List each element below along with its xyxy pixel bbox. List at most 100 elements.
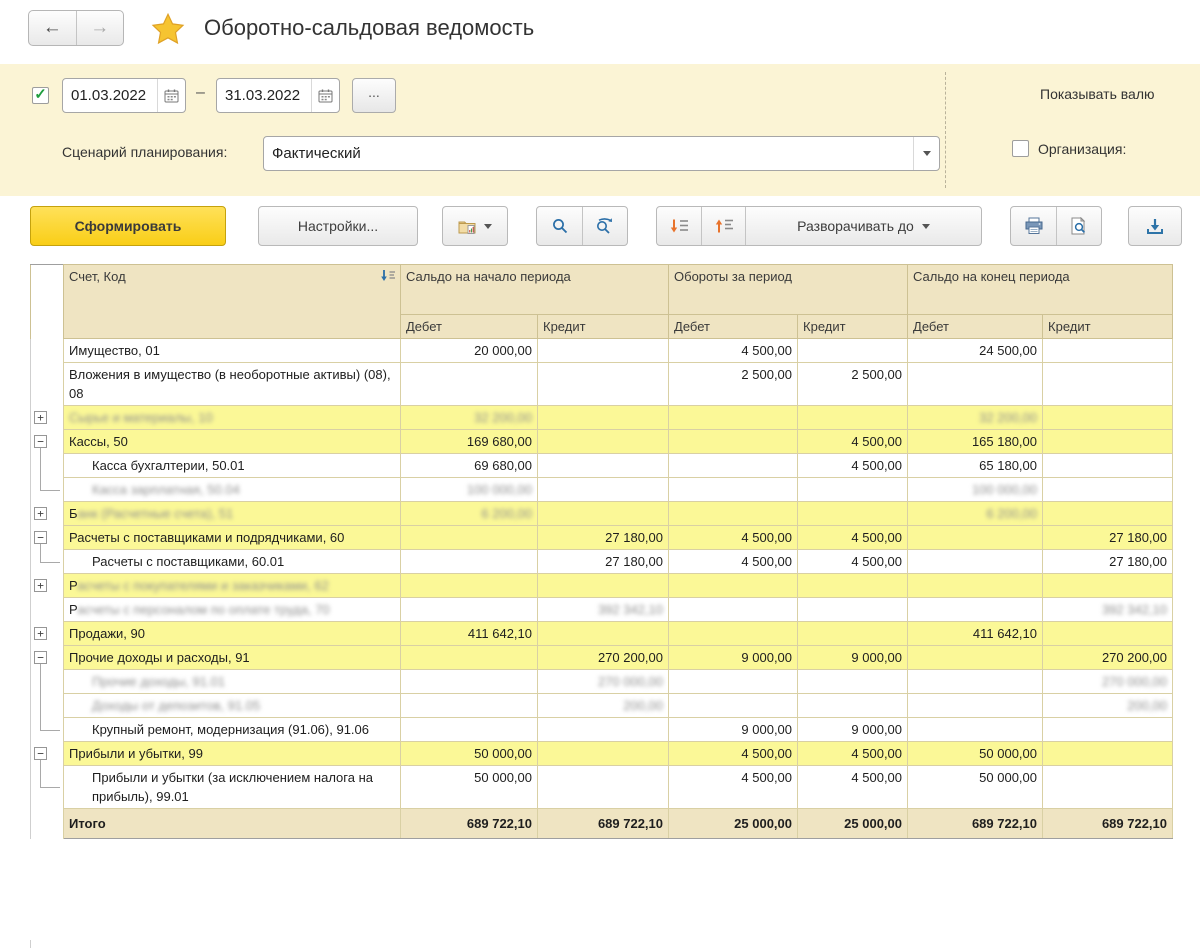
account-cell[interactable]: Кассы, 50 <box>64 430 401 454</box>
expander-plus-icon[interactable]: + <box>34 627 47 640</box>
value-cell[interactable] <box>1043 742 1173 766</box>
column-header-credit[interactable]: Кредит <box>798 315 908 339</box>
column-group-turnover[interactable]: Обороты за период <box>669 265 908 315</box>
expander-plus-icon[interactable]: + <box>34 411 47 424</box>
value-cell[interactable]: 4 500,00 <box>669 766 798 809</box>
value-cell[interactable] <box>798 694 908 718</box>
value-cell[interactable]: 4 500,00 <box>669 550 798 574</box>
expander-minus-icon[interactable]: − <box>34 651 47 664</box>
value-cell[interactable] <box>798 598 908 622</box>
search-next-button[interactable] <box>582 207 627 245</box>
value-cell[interactable]: 6 200,00 <box>401 502 538 526</box>
print-button[interactable] <box>1011 207 1056 245</box>
expand-to-button[interactable]: Разворачивать до <box>745 207 981 245</box>
value-cell[interactable]: 6 200,00 <box>908 502 1043 526</box>
value-cell[interactable] <box>1043 430 1173 454</box>
scenario-input[interactable] <box>264 137 913 170</box>
value-cell[interactable] <box>1043 502 1173 526</box>
value-cell[interactable] <box>798 670 908 694</box>
value-cell[interactable] <box>538 430 669 454</box>
account-cell[interactable]: Касса зарплатная, 50.04 <box>64 478 401 502</box>
total-value-cell[interactable]: 689 722,10 <box>908 809 1043 839</box>
column-header-debit[interactable]: Дебет <box>669 315 798 339</box>
value-cell[interactable]: 4 500,00 <box>798 766 908 809</box>
scenario-dropdown-button[interactable] <box>913 137 939 170</box>
value-cell[interactable] <box>538 622 669 646</box>
value-cell[interactable] <box>1043 406 1173 430</box>
forward-button[interactable]: → <box>77 11 124 45</box>
value-cell[interactable]: 165 180,00 <box>908 430 1043 454</box>
value-cell[interactable] <box>401 526 538 550</box>
value-cell[interactable]: 50 000,00 <box>401 742 538 766</box>
value-cell[interactable] <box>1043 339 1173 363</box>
value-cell[interactable]: 270 200,00 <box>538 646 669 670</box>
column-group-opening-balance[interactable]: Сальдо на начало периода <box>401 265 669 315</box>
favorite-star-icon[interactable] <box>150 11 186 47</box>
column-group-closing-balance[interactable]: Сальдо на конец периода <box>908 265 1173 315</box>
value-cell[interactable] <box>908 574 1043 598</box>
column-header-debit[interactable]: Дебет <box>401 315 538 339</box>
value-cell[interactable]: 9 000,00 <box>798 718 908 742</box>
value-cell[interactable] <box>908 363 1043 406</box>
value-cell[interactable]: 392 342,10 <box>538 598 669 622</box>
save-button[interactable] <box>1128 206 1182 246</box>
value-cell[interactable] <box>798 574 908 598</box>
value-cell[interactable] <box>798 622 908 646</box>
value-cell[interactable]: 32 200,00 <box>401 406 538 430</box>
value-cell[interactable] <box>401 598 538 622</box>
account-cell[interactable]: Прибыли и убытки (за исключением налога … <box>64 766 401 809</box>
value-cell[interactable] <box>798 406 908 430</box>
report-variants-button[interactable] <box>442 206 508 246</box>
period-more-button[interactable]: ... <box>352 78 396 113</box>
value-cell[interactable] <box>908 718 1043 742</box>
value-cell[interactable] <box>401 574 538 598</box>
value-cell[interactable]: 100 000,00 <box>401 478 538 502</box>
value-cell[interactable] <box>669 622 798 646</box>
value-cell[interactable]: 100 000,00 <box>908 478 1043 502</box>
value-cell[interactable] <box>1043 718 1173 742</box>
value-cell[interactable]: 32 200,00 <box>908 406 1043 430</box>
value-cell[interactable]: 4 500,00 <box>798 550 908 574</box>
value-cell[interactable] <box>538 339 669 363</box>
value-cell[interactable]: 392 342,10 <box>1043 598 1173 622</box>
settings-button[interactable]: Настройки... <box>258 206 418 246</box>
expander-minus-icon[interactable]: − <box>34 531 47 544</box>
value-cell[interactable] <box>538 718 669 742</box>
value-cell[interactable] <box>538 478 669 502</box>
value-cell[interactable] <box>908 526 1043 550</box>
generate-button[interactable]: Сформировать <box>30 206 226 246</box>
value-cell[interactable] <box>908 694 1043 718</box>
organization-checkbox[interactable] <box>1012 140 1029 157</box>
account-cell[interactable]: Банк (Расчетные счета), 51 <box>64 502 401 526</box>
value-cell[interactable]: 69 680,00 <box>401 454 538 478</box>
value-cell[interactable]: 9 000,00 <box>669 646 798 670</box>
value-cell[interactable] <box>669 502 798 526</box>
expander-minus-icon[interactable]: − <box>34 747 47 760</box>
value-cell[interactable]: 2 500,00 <box>798 363 908 406</box>
period-checkbox[interactable]: ✓ <box>32 87 49 104</box>
collapse-rows-button[interactable] <box>701 207 745 245</box>
value-cell[interactable] <box>401 694 538 718</box>
account-cell[interactable]: Расчеты с поставщиками и подрядчиками, 6… <box>64 526 401 550</box>
value-cell[interactable] <box>538 502 669 526</box>
value-cell[interactable]: 4 500,00 <box>798 526 908 550</box>
account-cell[interactable]: Крупный ремонт, модернизация (91.06), 91… <box>64 718 401 742</box>
value-cell[interactable]: 270 000,00 <box>538 670 669 694</box>
value-cell[interactable] <box>908 550 1043 574</box>
value-cell[interactable] <box>538 363 669 406</box>
account-cell[interactable]: Прочие доходы и расходы, 91 <box>64 646 401 670</box>
calendar-icon[interactable] <box>157 79 185 112</box>
value-cell[interactable]: 4 500,00 <box>798 430 908 454</box>
value-cell[interactable] <box>401 718 538 742</box>
account-cell[interactable]: Вложения в имущество (в необоротные акти… <box>64 363 401 406</box>
date-to-input[interactable] <box>217 79 311 112</box>
value-cell[interactable] <box>669 478 798 502</box>
value-cell[interactable] <box>1043 454 1173 478</box>
account-cell[interactable]: Сырье и материалы, 10 <box>64 406 401 430</box>
value-cell[interactable]: 200,00 <box>538 694 669 718</box>
value-cell[interactable] <box>538 406 669 430</box>
value-cell[interactable] <box>1043 766 1173 809</box>
total-value-cell[interactable]: 25 000,00 <box>669 809 798 839</box>
value-cell[interactable]: 65 180,00 <box>908 454 1043 478</box>
value-cell[interactable]: 411 642,10 <box>401 622 538 646</box>
